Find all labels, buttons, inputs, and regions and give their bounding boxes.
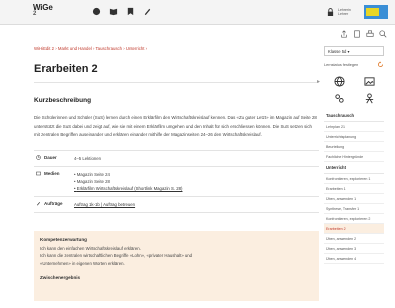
- sidebar-item[interactable]: Synthese, Transfer 1: [324, 204, 384, 214]
- right-sidebar: Klasse 5d ▾ Lernstatus festlegen Tauschr…: [324, 46, 384, 264]
- bookmark-icon[interactable]: [126, 7, 135, 16]
- tasks-value: Auftrag 1k-1b | Auftrag betreuen: [74, 201, 319, 208]
- duration-value: 4–5 Lektionen: [74, 155, 101, 161]
- refresh-icon[interactable]: [377, 61, 384, 68]
- image-icon[interactable]: [363, 76, 375, 87]
- meta-table: Dauer 4–5 Lektionen Medien Magazin Seite…: [34, 149, 319, 213]
- search-icon[interactable]: [379, 30, 387, 38]
- competence-line: «Unternehmen» in eigenen Worten erklären…: [40, 260, 125, 266]
- task-icon: [37, 201, 40, 205]
- sidebar-item[interactable]: Üben, anwenden 1: [324, 194, 384, 204]
- main-content: WiHiEdit 2 › Markt und Handel › Tauschra…: [34, 40, 319, 301]
- meta-row-media: Medien Magazin Seite 24 Magazin Seite 28…: [34, 167, 319, 197]
- toolbar: [340, 30, 387, 38]
- sidebar-nav: Tauschrausch Lehrplan 21 Unterrichtsplan…: [324, 110, 384, 264]
- tasks-label: Aufträge: [34, 201, 74, 208]
- compass-icon[interactable]: [92, 7, 101, 16]
- logo-number: 2: [33, 11, 37, 17]
- page-title: Erarbeiten 2: [34, 63, 98, 75]
- main-nav: [92, 7, 152, 16]
- expand-arrow-icon[interactable]: [317, 80, 320, 83]
- competence-text: Ich kann den einfachen Wirtschaftskreisl…: [40, 245, 313, 268]
- competence-line: Ich kann den einfachen Wirtschaftskreisl…: [40, 245, 141, 251]
- media-icon: [36, 171, 41, 175]
- class-select[interactable]: Klasse 5d ▾: [324, 46, 384, 56]
- top-bar: WiGe 2 Lehrerin Lehrer: [0, 0, 395, 25]
- description-text: Die Schülerinnen und Schüler (SuS) lerne…: [34, 115, 317, 137]
- media-label-text: Medien: [44, 170, 60, 176]
- account-area: Lehrerin Lehrer: [327, 5, 388, 19]
- competence-line: Ich kann die zentralen wirtschaftlichen …: [40, 253, 193, 258]
- media-label: Medien: [34, 171, 74, 192]
- sidebar-item-active[interactable]: Erarbeiten 2: [324, 224, 384, 234]
- competence-heading: Kompetenzerwartung: [40, 236, 87, 242]
- app-logo[interactable]: WiGe 2: [33, 4, 53, 18]
- share-icon[interactable]: [340, 30, 348, 38]
- media-link[interactable]: Erklärfilm Wirtschaftskreislauf (Shortli…: [74, 185, 319, 192]
- sidebar-item[interactable]: Üben, anwenden 2: [324, 234, 384, 244]
- tasks-label-text: Aufträge: [44, 200, 63, 206]
- book-icon[interactable]: [109, 7, 118, 16]
- sidebar-item[interactable]: Konfrontieren, explorieren 1: [324, 174, 384, 184]
- publisher-logo: [364, 5, 388, 19]
- sidebar-icon-grid: [324, 76, 384, 104]
- media-list: Magazin Seite 24 Magazin Seite 28 Erklär…: [74, 171, 319, 192]
- section-heading: Kurzbeschreibung: [34, 97, 92, 104]
- media-item: Magazin Seite 28: [74, 178, 319, 185]
- divider: [34, 82, 319, 83]
- sidebar-item[interactable]: Beurteilung: [324, 142, 384, 152]
- sidebar-item[interactable]: Üben, anwenden 3: [324, 244, 384, 254]
- logo-text: WiGe: [33, 3, 53, 12]
- sidebar-item[interactable]: Erarbeiten 1: [324, 184, 384, 194]
- sidebar-section-title[interactable]: Tauschrausch: [324, 110, 384, 122]
- sidebar-section-title[interactable]: Unterricht: [324, 162, 384, 174]
- competence-box: Kompetenzerwartung Ich kann den einfache…: [34, 230, 319, 301]
- meta-row-tasks: Aufträge Auftrag 1k-1b | Auftrag betreue…: [34, 197, 319, 213]
- lock-icon[interactable]: [327, 7, 334, 17]
- globe-icon[interactable]: [333, 76, 345, 87]
- people-icon[interactable]: [334, 93, 345, 104]
- sidebar-item[interactable]: Üben, anwenden 4: [324, 254, 384, 264]
- pen-icon[interactable]: [143, 7, 152, 16]
- clock-icon: [36, 154, 41, 160]
- status-row: Lernstatus festlegen: [324, 61, 384, 68]
- breadcrumb[interactable]: WiHiEdit 2 › Markt und Handel › Tauschra…: [34, 46, 319, 51]
- sidebar-item[interactable]: Fachliche Hintergründe: [324, 152, 384, 162]
- media-item: Magazin Seite 24: [74, 171, 319, 178]
- sidebar-item[interactable]: Konfrontieren, explorieren 2: [324, 214, 384, 224]
- person-icon[interactable]: [364, 93, 375, 104]
- tasks-link[interactable]: Auftrag 1k-1b | Auftrag betreuen: [74, 202, 135, 207]
- status-label[interactable]: Lernstatus festlegen: [324, 63, 358, 67]
- duration-label-text: Dauer: [44, 154, 57, 160]
- sidebar-item[interactable]: Unterrichtsplanung: [324, 132, 384, 142]
- result-heading: Zwischenergebnis: [40, 275, 81, 280]
- note-icon[interactable]: [353, 30, 361, 38]
- duration-label: Dauer: [34, 155, 74, 162]
- print-icon[interactable]: [366, 30, 374, 38]
- user-name[interactable]: Lehrerin Lehrer: [338, 8, 360, 16]
- sidebar-item[interactable]: Lehrplan 21: [324, 122, 384, 132]
- meta-row-duration: Dauer 4–5 Lektionen: [34, 151, 319, 167]
